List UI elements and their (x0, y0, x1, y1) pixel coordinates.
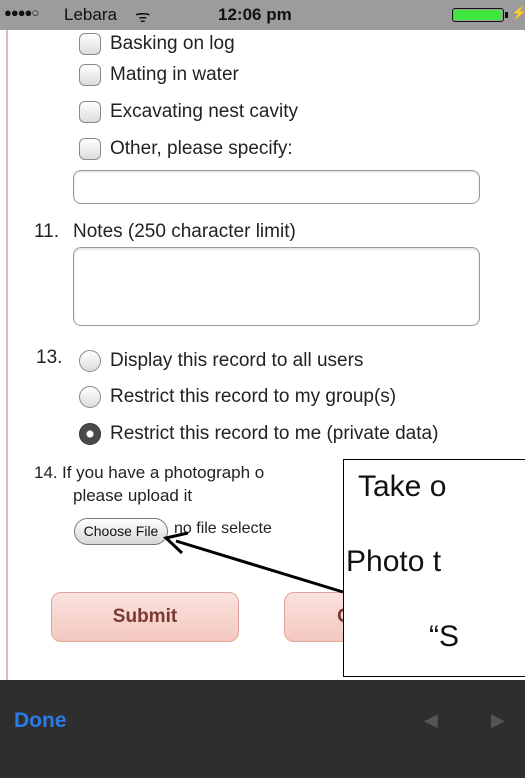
callout-line3: “S (429, 620, 459, 653)
callout-line1: Take o (358, 470, 447, 503)
annotation-callout: Take o Photo t “S (343, 459, 525, 677)
keyboard-toolbar: Done ◀ ▶ (0, 680, 525, 778)
prev-arrow-icon[interactable]: ◀ (424, 710, 438, 731)
next-arrow-icon[interactable]: ▶ (491, 710, 505, 731)
callout-line2: Photo t (346, 545, 442, 578)
done-button[interactable]: Done (14, 709, 67, 733)
